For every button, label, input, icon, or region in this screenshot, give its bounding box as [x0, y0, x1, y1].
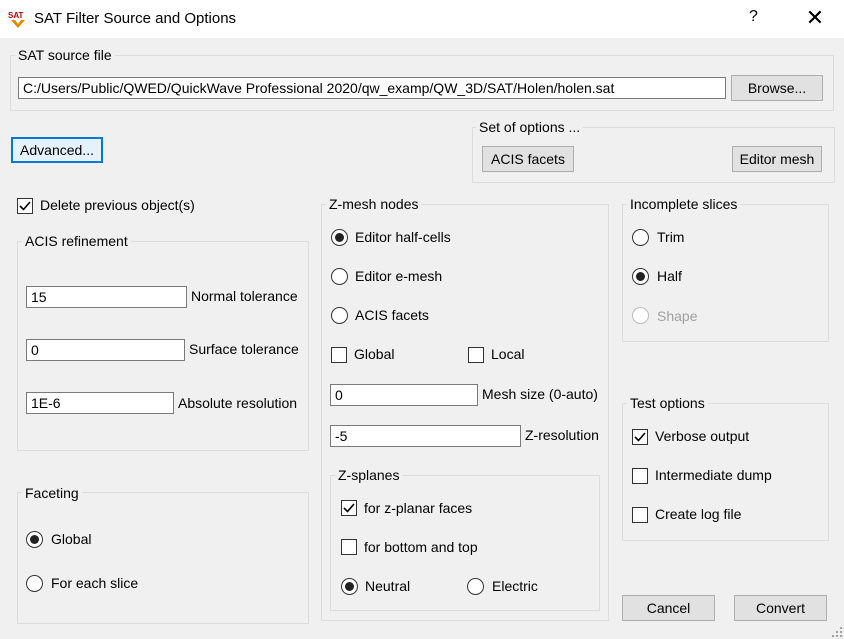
neutral-label: Neutral	[365, 578, 411, 594]
incomplete-slices-group	[622, 204, 829, 342]
bottom-top-checkbox[interactable]	[341, 539, 357, 555]
svg-text:SAT: SAT	[8, 11, 24, 20]
verbose-output-checkbox[interactable]	[632, 429, 648, 445]
advanced-button[interactable]: Advanced...	[11, 137, 103, 163]
shape-label: Shape	[657, 308, 698, 324]
create-log-file-checkbox[interactable]	[632, 507, 648, 523]
zmesh-emesh-radio[interactable]	[331, 268, 348, 285]
zmesh-half-cells-radio[interactable]	[331, 229, 348, 246]
faceting-global-label: Global	[51, 531, 92, 547]
surface-tolerance-label: Surface tolerance	[189, 341, 299, 357]
help-button[interactable]: ?	[749, 8, 758, 26]
zmesh-acis-label: ACIS facets	[355, 307, 429, 323]
surface-tolerance-field[interactable]: 0	[26, 339, 185, 361]
electric-radio[interactable]	[467, 578, 484, 595]
zsplanes-title: Z-splanes	[335, 467, 403, 483]
mesh-size-field[interactable]: 0	[330, 384, 478, 406]
faceting-title: Faceting	[22, 485, 82, 501]
neutral-radio[interactable]	[341, 578, 358, 595]
mesh-size-label: Mesh size (0-auto)	[482, 386, 598, 402]
title-bar: SAT SAT Filter Source and Options ? ✕	[0, 0, 844, 38]
create-log-file-label: Create log file	[655, 506, 742, 522]
editor-mesh-button[interactable]: Editor mesh	[732, 146, 822, 172]
delete-previous-checkbox[interactable]	[17, 198, 33, 214]
bottom-top-label: for bottom and top	[364, 539, 478, 555]
faceting-each-slice-radio[interactable]	[26, 575, 43, 592]
faceting-each-slice-label: For each slice	[51, 575, 139, 591]
half-label: Half	[657, 268, 682, 284]
faceting-group	[17, 492, 309, 624]
sat-app-icon: SAT	[8, 11, 25, 28]
faceting-global-radio[interactable]	[26, 531, 43, 548]
shape-radio[interactable]	[632, 307, 649, 324]
zmesh-title: Z-mesh nodes	[326, 196, 422, 212]
absolute-resolution-label: Absolute resolution	[178, 395, 298, 411]
cancel-button[interactable]: Cancel	[622, 595, 715, 621]
intermediate-dump-checkbox[interactable]	[632, 468, 648, 484]
electric-label: Electric	[492, 578, 538, 594]
close-button[interactable]: ✕	[800, 4, 830, 32]
normal-tolerance-label: Normal tolerance	[191, 288, 298, 304]
acis-facets-button[interactable]: ACIS facets	[482, 146, 574, 172]
window-title: SAT Filter Source and Options	[34, 10, 237, 27]
trim-label: Trim	[657, 229, 685, 245]
test-options-title: Test options	[627, 395, 708, 411]
zmesh-global-checkbox[interactable]	[331, 347, 347, 363]
half-radio[interactable]	[632, 268, 649, 285]
z-resolution-label: Z-resolution	[525, 427, 599, 443]
zplanar-faces-label: for z-planar faces	[364, 500, 473, 516]
resize-grip-icon[interactable]	[832, 627, 842, 637]
trim-radio[interactable]	[632, 229, 649, 246]
zmesh-local-checkbox[interactable]	[468, 347, 484, 363]
acis-refinement-title: ACIS refinement	[22, 233, 131, 249]
zmesh-global-label: Global	[354, 346, 395, 362]
z-resolution-field[interactable]: -5	[330, 425, 521, 447]
source-path-field[interactable]: C:/Users/Public/QWED/QuickWave Professio…	[18, 77, 726, 99]
verbose-output-label: Verbose output	[655, 428, 750, 444]
zplanar-faces-checkbox[interactable]	[341, 500, 357, 516]
source-file-title: SAT source file	[15, 47, 115, 63]
normal-tolerance-field[interactable]: 15	[26, 286, 187, 308]
set-of-options-title: Set of options ...	[476, 119, 584, 135]
zmesh-acis-radio[interactable]	[331, 307, 348, 324]
intermediate-dump-label: Intermediate dump	[655, 467, 772, 483]
browse-button[interactable]: Browse...	[731, 75, 823, 101]
zmesh-local-label: Local	[491, 346, 525, 362]
zmesh-half-cells-label: Editor half-cells	[355, 229, 451, 245]
delete-previous-label: Delete previous object(s)	[40, 197, 195, 213]
zmesh-emesh-label: Editor e-mesh	[355, 268, 443, 284]
absolute-resolution-field[interactable]: 1E-6	[26, 392, 174, 414]
convert-button[interactable]: Convert	[734, 595, 827, 621]
incomplete-slices-title: Incomplete slices	[627, 196, 741, 212]
